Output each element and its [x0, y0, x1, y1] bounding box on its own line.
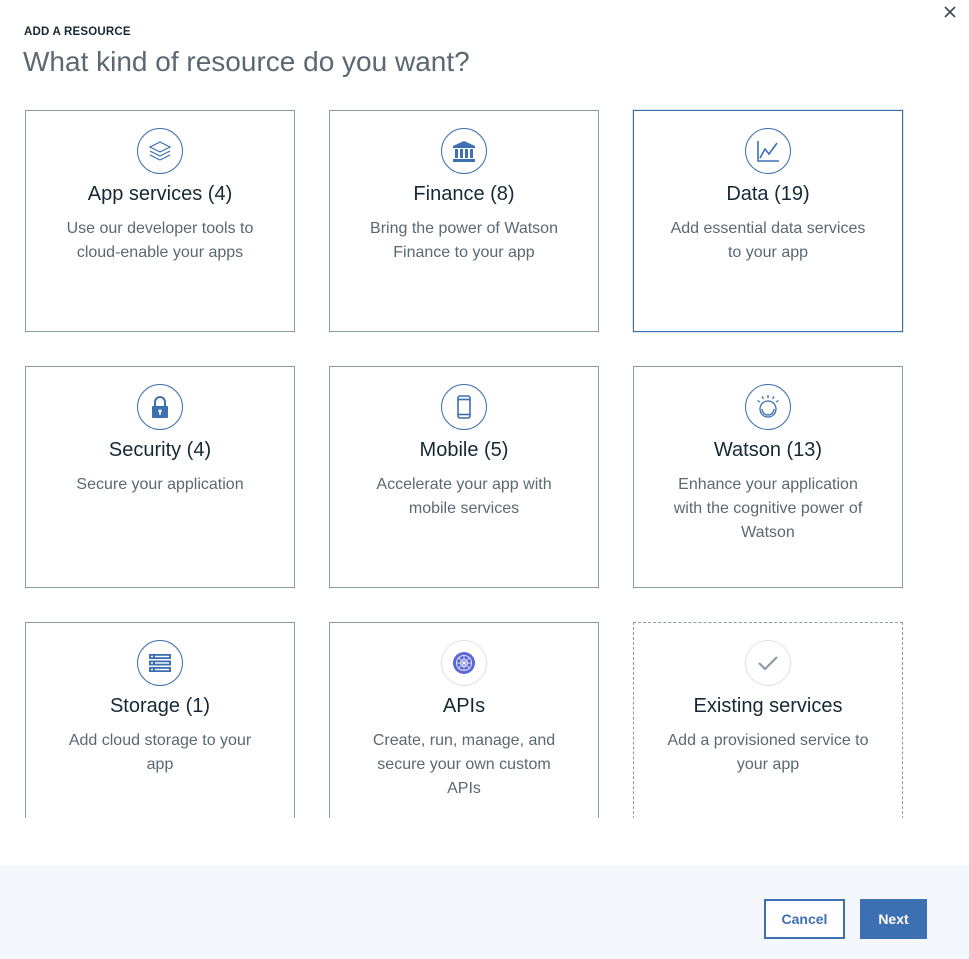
page-title: What kind of resource do you want? [23, 46, 470, 77]
card-description: Add a provisioned service to your app [667, 732, 869, 773]
card-title: Watson (13) [713, 439, 823, 461]
card-description: Accelerate your app with mobile services [376, 476, 552, 517]
card-description: Enhance your application with the cognit… [673, 476, 863, 541]
card-title: Existing services [693, 695, 843, 717]
card-app-services[interactable]: App services (4) Use our developer tools… [25, 110, 295, 332]
card-security[interactable]: Security (4) Secure your application [25, 366, 295, 588]
cancel-button[interactable]: Cancel [764, 899, 845, 939]
api-globe-icon [441, 640, 487, 686]
eyebrow-label: ADD A RESOURCE [24, 26, 131, 38]
card-title: APIs [442, 695, 486, 717]
card-title: Security (4) [108, 439, 212, 461]
layers-icon [137, 128, 183, 174]
card-storage[interactable]: Storage (1) Add cloud storage to your ap… [25, 622, 295, 818]
card-existing-services[interactable]: Existing services Add a provisioned serv… [633, 622, 903, 818]
card-title: Finance (8) [413, 183, 515, 205]
card-title: Mobile (5) [419, 439, 509, 461]
card-data[interactable]: Data (19) Add essential data services to… [633, 110, 903, 332]
card-description: Create, run, manage, and secure your own… [372, 732, 556, 797]
watson-icon [745, 384, 791, 430]
card-description: Add essential data services to your app [670, 220, 866, 261]
card-description: Add cloud storage to your app [68, 732, 252, 773]
storage-icon [137, 640, 183, 686]
resource-grid: App services (4) Use our developer tools… [0, 100, 969, 818]
card-apis[interactable]: APIs Create, run, manage, and secure you… [329, 622, 599, 818]
close-button[interactable] [940, 2, 960, 22]
dialog-footer: Cancel Next [0, 865, 969, 959]
bank-icon [441, 128, 487, 174]
close-icon [944, 6, 956, 18]
mobile-phone-icon [441, 384, 487, 430]
card-description: Use our developer tools to cloud-enable … [66, 220, 254, 261]
card-title: Data (19) [726, 183, 810, 205]
card-finance[interactable]: Finance (8) Bring the power of Watson Fi… [329, 110, 599, 332]
line-chart-icon [745, 128, 791, 174]
card-title: Storage (1) [109, 695, 211, 717]
card-mobile[interactable]: Mobile (5) Accelerate your app with mobi… [329, 366, 599, 588]
lock-icon [137, 384, 183, 430]
next-button[interactable]: Next [860, 899, 927, 939]
checkmark-icon [745, 640, 791, 686]
card-watson[interactable]: Watson (13) Enhance your application wit… [633, 366, 903, 588]
card-description: Secure your application [76, 476, 244, 493]
card-title: App services (4) [87, 183, 233, 205]
card-description: Bring the power of Watson Finance to you… [370, 220, 558, 261]
